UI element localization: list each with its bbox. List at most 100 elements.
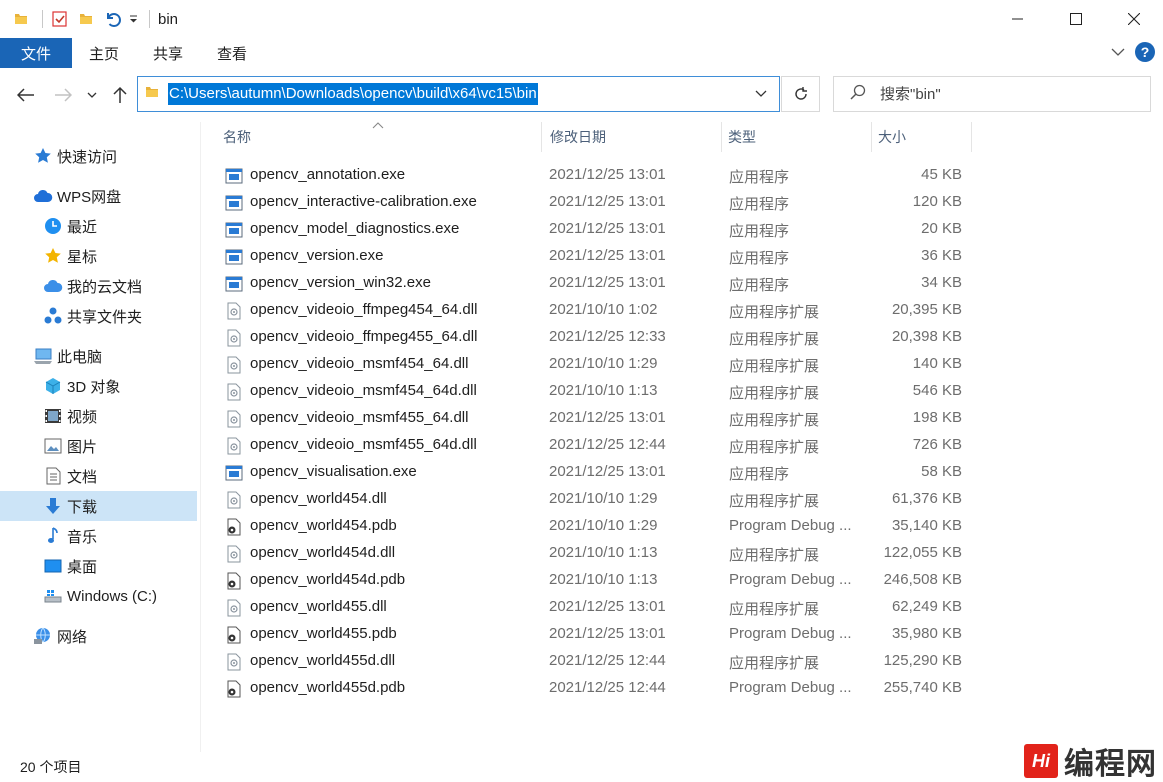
sidebar-item-3d-objects[interactable]: 3D 对象: [0, 371, 197, 401]
file-type: 应用程序扩展: [729, 304, 820, 321]
address-dropdown-icon[interactable]: [755, 85, 767, 102]
sidebar-item-pictures[interactable]: 图片: [0, 431, 197, 461]
file-date: 2021/12/25 12:33: [549, 328, 666, 345]
table-row[interactable]: opencv_videoio_msmf455_64d.dll 2021/12/25…: [215, 432, 975, 459]
file-date: 2021/12/25 13:01: [549, 274, 666, 291]
table-row[interactable]: opencv_world454.dll 2021/10/10 1:29 应用程序扩展…: [215, 486, 975, 513]
tab-file[interactable]: 文件: [0, 38, 72, 68]
sidebar-item-recent[interactable]: 最近: [0, 211, 197, 241]
table-row[interactable]: opencv_videoio_msmf454_64.dll 2021/10/10 …: [215, 351, 975, 378]
sidebar-item-videos[interactable]: 视频: [0, 401, 197, 431]
file-type: 应用程序扩展: [729, 655, 820, 672]
maximize-button[interactable]: [1047, 0, 1105, 38]
sidebar-item-wps-cloud[interactable]: WPS网盘: [0, 181, 197, 211]
sidebar-item-documents[interactable]: 文档: [0, 461, 197, 491]
tab-share[interactable]: 共享: [136, 38, 200, 68]
arrow-left-icon: [17, 88, 34, 102]
table-row[interactable]: opencv_visualisation.exe 2021/12/25 13:01…: [215, 459, 975, 486]
up-button[interactable]: [107, 80, 133, 110]
music-icon: [43, 526, 63, 546]
file-type: 应用程序: [729, 223, 790, 240]
table-row[interactable]: opencv_world455d.pdb 2021/12/25 12:44 Prog…: [215, 675, 975, 702]
file-size: 546 KB: [912, 382, 962, 399]
column-header-size[interactable]: 大小: [872, 122, 972, 152]
column-header-date[interactable]: 修改日期: [542, 122, 722, 152]
new-folder-icon[interactable]: [75, 8, 97, 30]
table-row[interactable]: opencv_world454d.pdb 2021/10/10 1:13 Progr…: [215, 567, 975, 594]
file-name: opencv_world454.pdb: [250, 517, 397, 534]
refresh-button[interactable]: [781, 76, 820, 112]
cloud-doc-icon: [43, 276, 63, 296]
expand-ribbon-icon[interactable]: [1111, 44, 1125, 61]
download-icon: [43, 496, 63, 516]
address-path[interactable]: C:\Users\autumn\Downloads\opencv\build\x…: [168, 83, 538, 105]
table-row[interactable]: opencv_model_diagnostics.exe 2021/12/25 1…: [215, 216, 975, 243]
star-icon: [33, 146, 53, 166]
tab-view[interactable]: 查看: [200, 38, 264, 68]
search-input[interactable]: [880, 85, 1120, 103]
tab-home[interactable]: 主页: [72, 38, 136, 68]
clock-icon: [43, 216, 63, 236]
sidebar-item-cloud-docs[interactable]: 我的云文档: [0, 271, 197, 301]
file-type: 应用程序扩展: [729, 331, 820, 348]
table-row[interactable]: opencv_videoio_msmf454_64d.dll 2021/10/10…: [215, 378, 975, 405]
sidebar-item-music[interactable]: 音乐: [0, 521, 197, 551]
table-row[interactable]: opencv_interactive-calibration.exe 2021/1…: [215, 189, 975, 216]
file-size: 125,290 KB: [883, 652, 962, 669]
dll-file-icon: [225, 491, 243, 509]
column-header-type[interactable]: 类型: [722, 122, 872, 152]
file-name: opencv_world454d.pdb: [250, 571, 406, 588]
customize-toolbar-icon[interactable]: [127, 8, 139, 30]
properties-icon[interactable]: [49, 8, 71, 30]
file-type: 应用程序: [729, 277, 790, 294]
file-date: 2021/10/10 1:29: [549, 490, 658, 507]
file-name: opencv_videoio_ffmpeg455_64.dll: [250, 328, 478, 345]
table-row[interactable]: opencv_videoio_ffmpeg455_64.dll 2021/12/2…: [215, 324, 975, 351]
exe-file-icon: [225, 248, 243, 266]
table-row[interactable]: opencv_world454.pdb 2021/10/10 1:29 Progra…: [215, 513, 975, 540]
back-button[interactable]: [13, 80, 39, 110]
forward-button[interactable]: [50, 80, 76, 110]
table-row[interactable]: opencv_world454d.dll 2021/10/10 1:13 应用程序扩…: [215, 540, 975, 567]
table-row[interactable]: opencv_version_win32.exe 2021/12/25 13:01…: [215, 270, 975, 297]
file-name: opencv_world454d.dll: [250, 544, 396, 561]
table-row[interactable]: opencv_world455d.dll 2021/12/25 12:44 应用程序…: [215, 648, 975, 675]
sidebar-item-downloads[interactable]: 下载: [0, 491, 197, 521]
sidebar-item-shared-folder[interactable]: 共享文件夹: [0, 301, 197, 331]
window-controls: [989, 0, 1163, 38]
table-row[interactable]: opencv_world455.pdb 2021/12/25 13:01 Progr…: [215, 621, 975, 648]
file-type: Program Debug ...: [729, 571, 852, 588]
table-row[interactable]: opencv_annotation.exe 2021/12/25 13:01 应用程…: [215, 162, 975, 189]
share-icon: [43, 306, 63, 326]
address-bar[interactable]: C:\Users\autumn\Downloads\opencv\build\x…: [137, 76, 780, 112]
sidebar-item-desktop[interactable]: 桌面: [0, 551, 197, 581]
table-row[interactable]: opencv_version.exe 2021/12/25 13:01 应用程序 36…: [215, 243, 975, 270]
dll-file-icon: [225, 545, 243, 563]
close-button[interactable]: [1105, 0, 1163, 38]
column-header-name[interactable]: 名称: [215, 122, 542, 152]
sidebar-item-quick-access[interactable]: 快速访问: [0, 141, 197, 171]
window-title: bin: [158, 10, 179, 28]
file-size: 62,249 KB: [891, 598, 962, 615]
folder-icon: [10, 8, 32, 30]
dll-file-icon: [225, 356, 243, 374]
sidebar-item-this-pc[interactable]: 此电脑: [0, 341, 197, 371]
search-box[interactable]: [833, 76, 1151, 112]
recent-locations-button[interactable]: [82, 80, 102, 110]
file-name: opencv_world455d.dll: [250, 652, 396, 669]
file-name: opencv_videoio_msmf455_64.dll: [250, 409, 469, 426]
file-name: opencv_videoio_ffmpeg454_64.dll: [250, 301, 478, 318]
undo-icon[interactable]: [101, 8, 123, 30]
table-row[interactable]: opencv_videoio_ffmpeg454_64.dll 2021/10/1…: [215, 297, 975, 324]
table-row[interactable]: opencv_world455.dll 2021/12/25 13:01 应用程序扩…: [215, 594, 975, 621]
minimize-button[interactable]: [989, 0, 1047, 38]
sidebar-item-windows-c[interactable]: Windows (C:): [0, 581, 197, 611]
table-row[interactable]: opencv_videoio_msmf455_64.dll 2021/12/25 …: [215, 405, 975, 432]
sidebar-item-network[interactable]: 网络: [0, 621, 197, 651]
pdb-file-icon: [225, 626, 243, 644]
file-type: 应用程序扩展: [729, 385, 820, 402]
file-size: 20 KB: [921, 220, 962, 237]
sidebar-item-starred[interactable]: 星标: [0, 241, 197, 271]
exe-file-icon: [225, 464, 243, 482]
help-icon[interactable]: ?: [1135, 42, 1155, 62]
